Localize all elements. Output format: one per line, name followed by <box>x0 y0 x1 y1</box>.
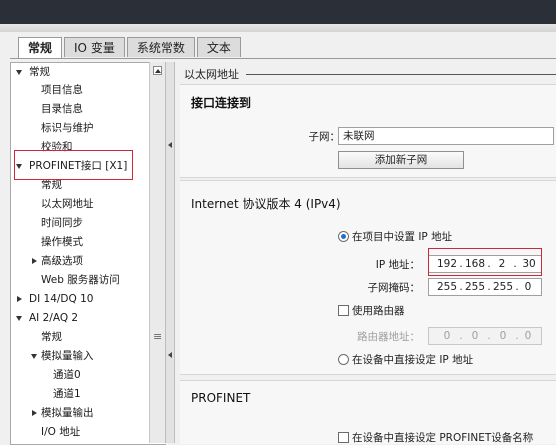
router-octet-2: 0 <box>471 330 479 342</box>
interface-title: 接口连接到 <box>191 96 252 110</box>
mask-dot: . <box>487 281 491 293</box>
set-ip-on-device-label: 在设备中直接设定 IP 地址 <box>352 354 474 366</box>
router-octet-4: 0 <box>524 330 532 342</box>
router-address-label: 路由器地址： <box>357 331 420 343</box>
router-dot: . <box>515 330 519 342</box>
subnet-mask-label: 子网掩码： <box>367 282 421 294</box>
tab-texts[interactable]: 文本 <box>196 37 241 57</box>
set-device-name-checkbox[interactable] <box>338 432 349 443</box>
tree-item-label: 模拟量输出 <box>41 407 94 419</box>
tree-item-channel-0[interactable]: 通道0 <box>53 366 81 384</box>
tree-item-time-sync[interactable]: 时间同步 <box>41 214 83 232</box>
router-address-field[interactable]: 0. 0. 0. 0 <box>428 327 542 345</box>
tab-underline <box>10 58 556 59</box>
mask-octet-3: 255 <box>493 281 514 293</box>
tree-item-identification[interactable]: 标识与维护 <box>41 119 94 137</box>
expand-down-icon[interactable] <box>31 354 37 359</box>
expand-right-icon[interactable] <box>17 296 22 302</box>
set-ip-on-device-radio[interactable] <box>338 354 349 365</box>
subnet-label: 子网： <box>308 131 341 143</box>
mask-octet-1: 255 <box>437 281 458 293</box>
scroll-grip-icon[interactable]: ≡ <box>153 330 162 343</box>
title-bar-edge <box>0 24 556 32</box>
tree-item-operating-mode[interactable]: 操作模式 <box>41 233 83 251</box>
router-octet-1: 0 <box>443 330 451 342</box>
mask-dot: . <box>515 281 519 293</box>
router-octet-3: 0 <box>499 330 507 342</box>
tab-system-constants[interactable]: 系统常数 <box>126 37 195 57</box>
mask-octet-2: 255 <box>465 281 486 293</box>
ipv4-title: Internet 协议版本 4 (IPv4) <box>191 197 341 211</box>
profinet-panel: PROFINET 在设备中直接设定 PROFINET设备名称 <box>180 380 556 444</box>
router-dot: . <box>459 330 463 342</box>
tab-general[interactable]: 常规 <box>18 37 63 59</box>
profinet-title: PROFINET <box>191 391 251 405</box>
collapse-left-icon[interactable] <box>168 142 172 148</box>
router-dot: . <box>487 330 491 342</box>
tab-io-tags[interactable]: IO 变量 <box>64 37 125 57</box>
use-router-checkbox[interactable] <box>338 305 349 316</box>
ip-address-label: IP 地址： <box>375 259 420 271</box>
tree-item-ethernet-address[interactable]: 以太网地址 <box>41 195 94 213</box>
tree-item-io-addresses[interactable]: I/O 地址 <box>41 423 80 441</box>
subnet-mask-field[interactable]: 255. 255. 255. 0 <box>428 278 542 296</box>
section-title: 以太网地址 <box>184 68 239 81</box>
tree-item-ai-general[interactable]: 常规 <box>41 328 62 346</box>
navigation-tree: 常规 项目信息 目录信息 标识与维护 校验和 PROFINET接口 [X1] 常… <box>10 62 166 445</box>
window-title-bar <box>0 0 556 24</box>
tree-item-label: 高级选项 <box>41 255 83 267</box>
expand-right-icon[interactable] <box>32 258 37 264</box>
tree-item-web-server-access[interactable]: Web 服务器访问 <box>41 271 120 289</box>
ipv4-panel: Internet 协议版本 4 (IPv4) 在项目中设置 IP 地址 IP 地… <box>180 180 556 375</box>
tree-item-channel-1[interactable]: 通道1 <box>53 385 81 403</box>
subnet-field[interactable]: 未联网 <box>338 127 554 145</box>
tree-item-label: 模拟量输入 <box>41 350 94 362</box>
mask-dot: . <box>459 281 463 293</box>
set-ip-in-project-radio[interactable] <box>338 231 349 242</box>
collapse-left-icon[interactable] <box>168 352 172 358</box>
tree-item-label: DI 14/DQ 10 <box>29 293 94 305</box>
tree-item-label: AI 2/AQ 2 <box>29 312 79 324</box>
use-router-label: 使用路由器 <box>352 305 405 317</box>
section-divider <box>246 74 556 75</box>
mask-octet-4: 0 <box>524 281 532 293</box>
expand-right-icon[interactable] <box>32 410 37 416</box>
pane-splitter[interactable] <box>165 62 175 443</box>
tree-item-label: 常规 <box>29 66 50 78</box>
profinet-highlight-box <box>14 150 133 180</box>
tree-item-catalog-info[interactable]: 目录信息 <box>41 100 83 118</box>
scroll-up-icon[interactable] <box>153 66 162 75</box>
expand-down-icon[interactable] <box>16 316 22 321</box>
tree-item-project-info[interactable]: 项目信息 <box>41 81 83 99</box>
interface-panel: 接口连接到 子网： 未联网 添加新子网 <box>180 84 556 178</box>
add-subnet-button[interactable]: 添加新子网 <box>338 151 464 169</box>
properties-tab-strip: 常规 IO 变量 系统常数 文本 <box>18 37 241 59</box>
set-ip-in-project-label: 在项目中设置 IP 地址 <box>352 231 453 243</box>
expand-down-icon[interactable] <box>16 70 22 75</box>
tree-scrollbar[interactable]: ≡ <box>149 62 165 443</box>
ip-highlight-box <box>428 248 542 276</box>
